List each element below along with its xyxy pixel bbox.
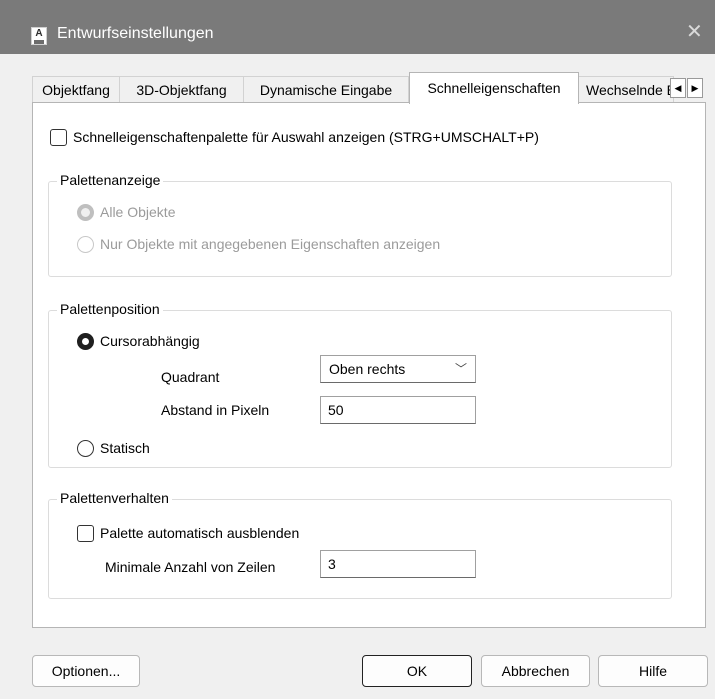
- palette-display-legend: Palettenanzeige: [57, 172, 164, 188]
- app-icon: A: [31, 27, 47, 45]
- specified-objects-label: Nur Objekte mit angegebenen Eigenschafte…: [100, 236, 441, 252]
- palette-position-legend: Palettenposition: [57, 301, 163, 317]
- tab-scroll-right-icon[interactable]: ▶: [687, 78, 703, 98]
- tab-3d-objektfang[interactable]: 3D-Objektfang: [120, 76, 244, 102]
- quadrant-value: Oben rechts: [329, 361, 406, 377]
- options-button[interactable]: Optionen...: [32, 655, 140, 687]
- ok-button[interactable]: OK: [362, 655, 472, 687]
- window-title: Entwurfseinstellungen: [57, 25, 214, 42]
- all-objects-radio[interactable]: [77, 204, 94, 221]
- min-rows-input[interactable]: 3: [320, 550, 476, 578]
- quadrant-select[interactable]: Oben rechts ﹀: [320, 355, 476, 383]
- distance-label: Abstand in Pixeln: [161, 402, 270, 418]
- all-objects-label: Alle Objekte: [100, 204, 176, 220]
- tab-scroll-left-icon[interactable]: ◀: [670, 78, 686, 98]
- specified-objects-radio[interactable]: [77, 236, 94, 253]
- tab-wechselnde-bemassungen[interactable]: Wechselnde Bemaßungen: [578, 76, 674, 102]
- cancel-button[interactable]: Abbrechen: [481, 655, 590, 687]
- app-icon-letter: A: [35, 28, 43, 39]
- tab-schnelleigenschaften[interactable]: Schnelleigenschaften: [409, 72, 579, 104]
- close-icon[interactable]: ✕: [686, 22, 703, 42]
- quadrant-label: Quadrant: [161, 369, 220, 385]
- chevron-down-icon: ﹀: [454, 362, 467, 376]
- cursor-dependent-label[interactable]: Cursorabhängig: [100, 332, 200, 350]
- show-palette-checkbox[interactable]: [50, 129, 67, 146]
- min-rows-label: Minimale Anzahl von Zeilen: [105, 559, 276, 575]
- palette-behavior-group: [48, 499, 672, 599]
- static-label[interactable]: Statisch: [100, 439, 150, 457]
- tab-dynamische-eingabe[interactable]: Dynamische Eingabe: [244, 76, 409, 102]
- palette-behavior-legend: Palettenverhalten: [57, 490, 172, 506]
- help-button[interactable]: Hilfe: [598, 655, 708, 687]
- show-palette-label[interactable]: Schnelleigenschaftenpalette für Auswahl …: [73, 128, 539, 146]
- tab-objektfang[interactable]: Objektfang: [32, 76, 120, 102]
- distance-input[interactable]: 50: [320, 396, 476, 424]
- auto-hide-label[interactable]: Palette automatisch ausblenden: [100, 524, 299, 542]
- auto-hide-checkbox[interactable]: [77, 525, 94, 542]
- static-radio[interactable]: [77, 440, 94, 457]
- palette-display-group: [48, 181, 672, 277]
- cursor-dependent-radio[interactable]: [77, 333, 94, 350]
